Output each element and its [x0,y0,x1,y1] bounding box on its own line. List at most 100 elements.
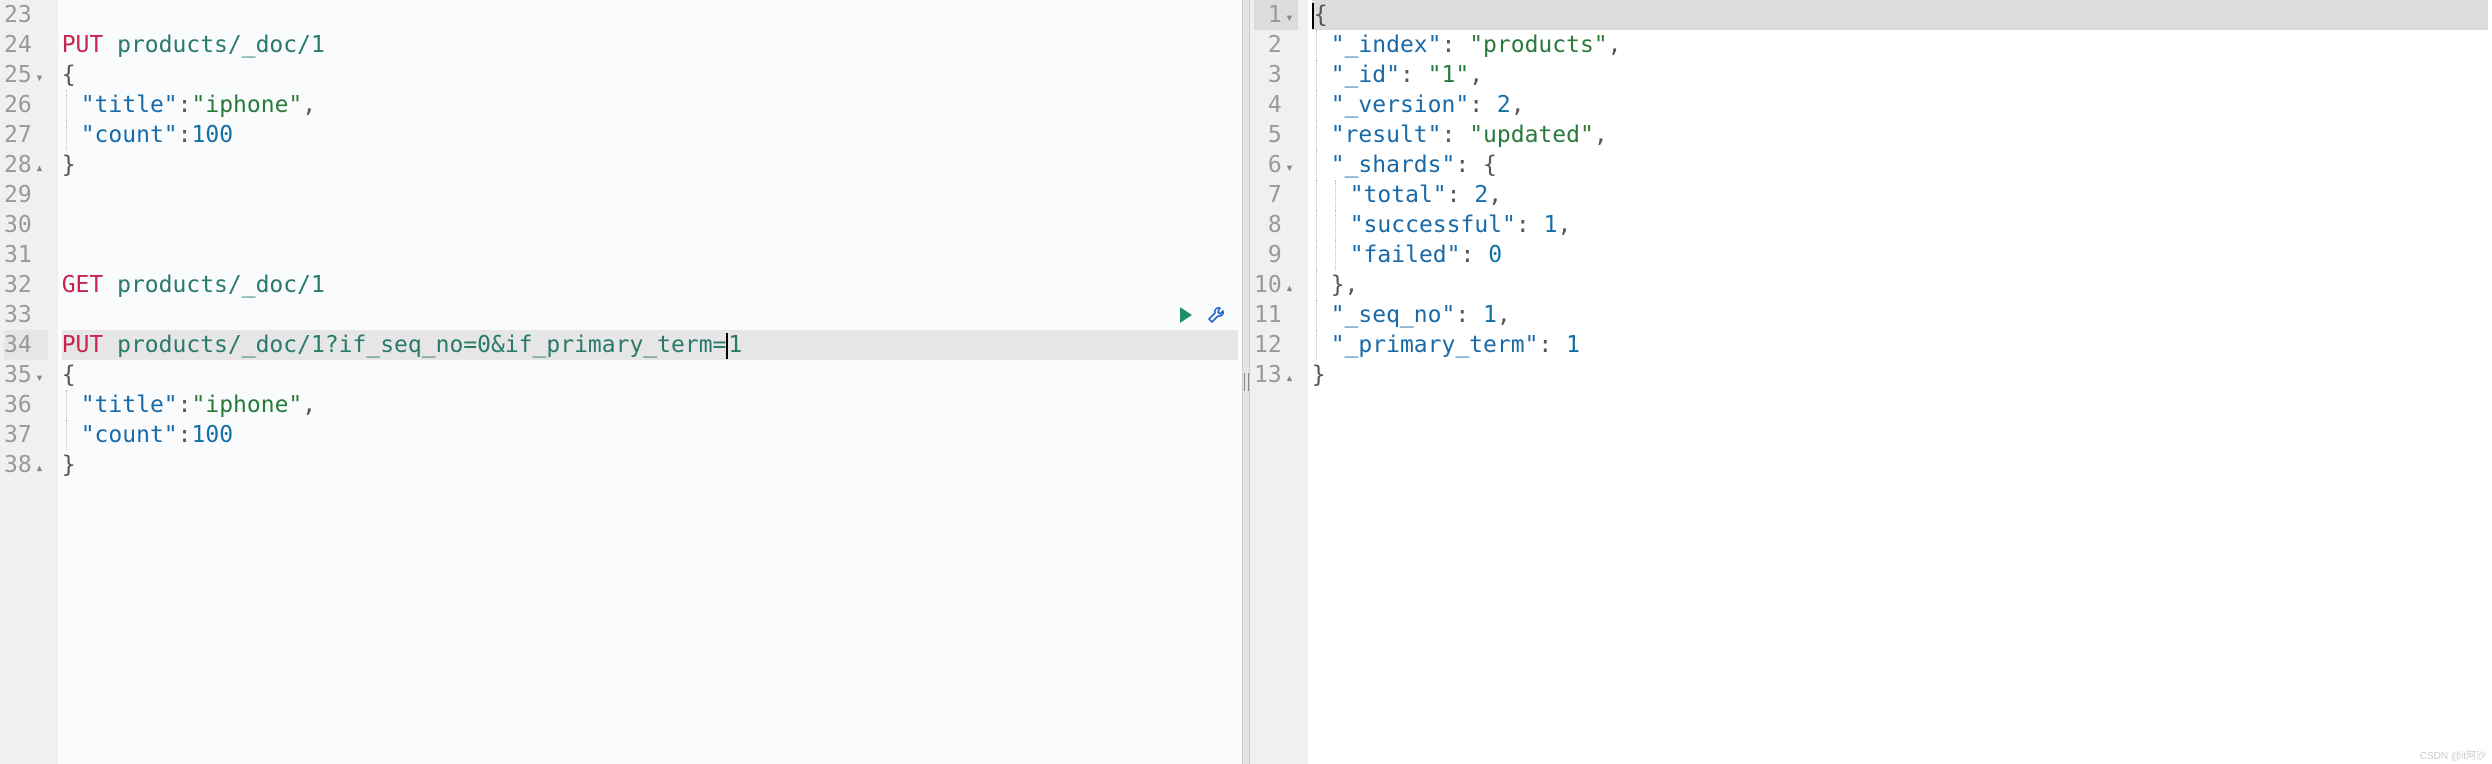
code-line[interactable]: "_index": "products", [1312,30,2488,60]
token: , [302,392,316,418]
token: , [1608,32,1622,58]
token: , [1557,212,1571,238]
code-line[interactable]: "title":"iphone", [62,390,1238,420]
token: : [178,92,192,118]
code-line[interactable] [62,180,1238,210]
gutter-line: 29 [4,180,48,210]
code-line[interactable]: { [62,60,1238,90]
indent-guide [1316,240,1317,270]
gutter-line: 30 [4,210,48,240]
code-line[interactable]: "_primary_term": 1 [1312,330,2488,360]
token: 100 [192,122,234,148]
code-line[interactable] [62,240,1238,270]
code-line[interactable]: { [1312,0,2488,30]
code-line[interactable]: "failed": 0 [1312,240,2488,270]
code-line[interactable] [62,300,1238,330]
fold-toggle[interactable]: ▾ [34,363,44,393]
code-line[interactable]: }, [1312,270,2488,300]
gutter-line: 24 [4,30,48,60]
line-actions [1176,300,1226,330]
play-icon[interactable] [1176,305,1196,325]
code-line[interactable]: "total": 2, [1312,180,2488,210]
token: : [1538,332,1566,358]
response-gutter: 1▾23456▾78910▴111213▴ [1250,0,1308,764]
code-line[interactable]: "result": "updated", [1312,120,2488,150]
code-line[interactable]: "count":100 [62,120,1238,150]
gutter-line: 13▴ [1254,360,1298,390]
token: "_version" [1331,92,1469,118]
code-line[interactable]: "_shards": { [1312,150,2488,180]
response-pane: 1▾23456▾78910▴111213▴ {"_index": "produc… [1250,0,2492,764]
fold-toggle[interactable]: ▾ [34,63,44,93]
gutter-line: 10▴ [1254,270,1298,300]
code-line[interactable]: } [62,450,1238,480]
token: 1 [1544,212,1558,238]
token: : [1447,182,1475,208]
code-line[interactable]: "_id": "1", [1312,60,2488,90]
fold-toggle[interactable]: ▾ [1284,3,1294,33]
pane-divider[interactable] [1242,0,1250,764]
token: "products" [1469,32,1607,58]
token: products/_doc/1?if_seq_no=0&if_primary_t… [117,332,726,358]
token: "title" [81,392,178,418]
code-line[interactable]: PUT products/_doc/1?if_seq_no=0&if_prima… [62,330,1238,360]
fold-toggle[interactable]: ▴ [1284,363,1294,393]
token: : [1455,302,1483,328]
fold-toggle[interactable]: ▾ [1284,153,1294,183]
gutter-line: 31 [4,240,48,270]
fold-toggle[interactable]: ▴ [34,153,44,183]
code-line[interactable]: "_seq_no": 1, [1312,300,2488,330]
token: : [178,422,192,448]
request-code[interactable]: PUT products/_doc/1{"title":"iphone","co… [58,0,1242,764]
fold-toggle[interactable]: ▴ [34,453,44,483]
code-line[interactable] [62,0,1238,30]
code-line[interactable]: "successful": 1, [1312,210,2488,240]
gutter-line: 11 [1254,300,1298,330]
token [103,32,117,58]
token: : [1455,152,1483,178]
token: "count" [81,422,178,448]
indent-guide [66,390,67,420]
request-gutter: 232425▾262728▴29303132333435▾363738▴ [0,0,58,764]
token: "_seq_no" [1331,302,1456,328]
code-line[interactable]: } [1312,360,2488,390]
token: 100 [192,422,234,448]
token: } [62,452,76,478]
gutter-line: 25▾ [4,60,48,90]
code-line[interactable]: } [62,150,1238,180]
fold-toggle[interactable]: ▴ [1284,273,1294,303]
token: "updated" [1469,122,1594,148]
code-line[interactable]: "_version": 2, [1312,90,2488,120]
gutter-line: 1▾ [1254,0,1298,30]
token: , [1511,92,1525,118]
token: GET [62,272,104,298]
code-line[interactable]: "count":100 [62,420,1238,450]
token: "successful" [1350,212,1516,238]
gutter-line: 8 [1254,210,1298,240]
token: }, [1331,272,1359,298]
token [103,332,117,358]
token: 1 [1483,302,1497,328]
code-line[interactable]: "title":"iphone", [62,90,1238,120]
token: , [1469,62,1483,88]
token: products/_doc/1 [117,32,325,58]
code-line[interactable]: GET products/_doc/1 [62,270,1238,300]
token: 1 [728,332,742,358]
response-code[interactable]: {"_index": "products","_id": "1","_versi… [1308,0,2492,764]
wrench-icon[interactable] [1206,305,1226,325]
code-line[interactable] [62,210,1238,240]
token: : [178,392,192,418]
code-line[interactable]: PUT products/_doc/1 [62,30,1238,60]
token: "result" [1331,122,1442,148]
indent-guide [1316,180,1317,210]
gutter-line: 23 [4,0,48,30]
gutter-line: 2 [1254,30,1298,60]
indent-guide [1316,90,1317,120]
request-pane: 232425▾262728▴29303132333435▾363738▴ PUT… [0,0,1242,764]
code-line[interactable]: { [62,360,1238,390]
indent-guide [1335,180,1336,210]
token: , [1488,182,1502,208]
token: : [1441,32,1469,58]
indent-guide [1316,30,1317,60]
indent-guide [1316,270,1317,300]
